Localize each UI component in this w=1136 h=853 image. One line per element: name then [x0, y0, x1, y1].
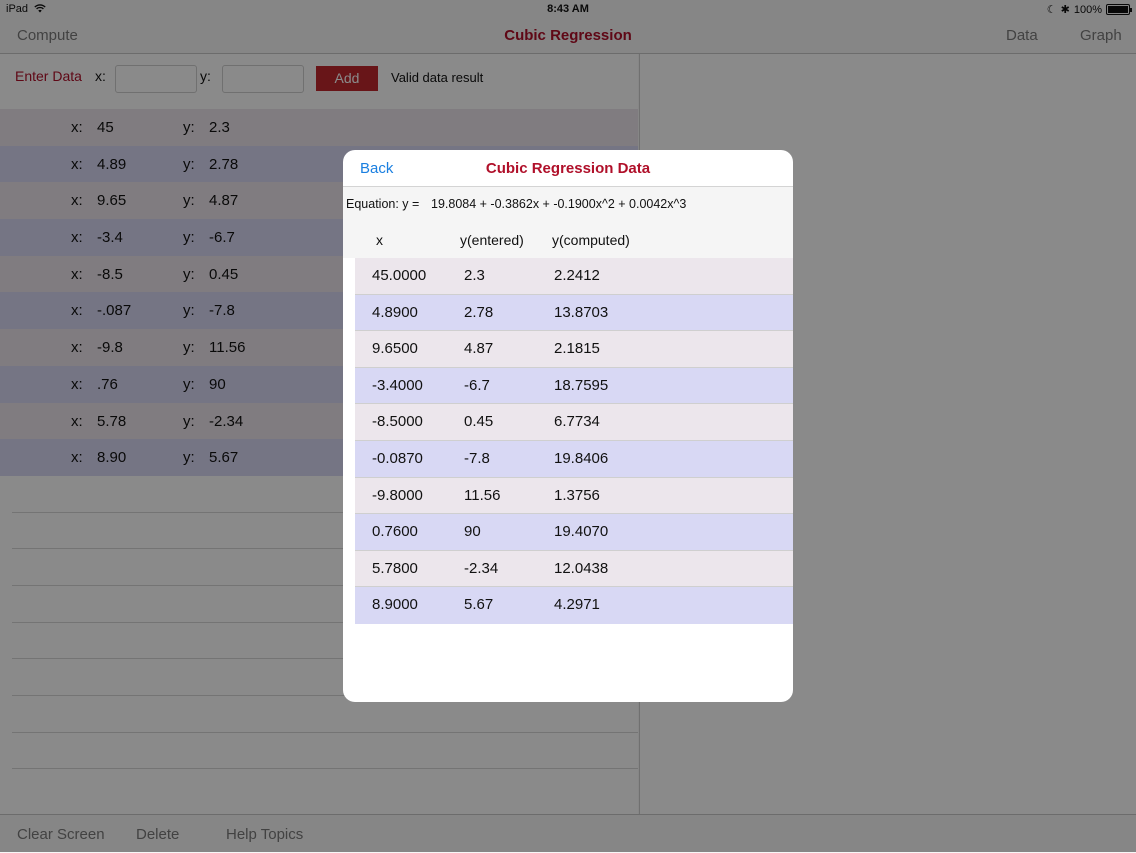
- column-header-y-computed: y(computed): [552, 232, 630, 248]
- table-row: 45.0000 2.3 2.2412: [343, 258, 793, 295]
- y-entered-cell: -7.8: [464, 449, 490, 467]
- y-entered-cell: -2.34: [464, 559, 499, 577]
- y-entered-cell: 90: [464, 523, 481, 541]
- table-row: 5.7800 -2.34 12.0438: [343, 550, 793, 588]
- x-cell: -3.4000: [372, 376, 423, 394]
- regression-table: 45.0000 2.3 2.2412 4.8900 2.78 13.8703 9.650…: [343, 258, 793, 624]
- x-cell: 45.0000: [372, 267, 427, 284]
- y-entered-cell: 4.87: [464, 340, 494, 358]
- column-header-x: x: [376, 232, 383, 248]
- table-row: 0.7600 90 19.4070: [343, 514, 793, 551]
- y-entered-cell: 2.3: [464, 267, 485, 284]
- table-row: -0.0870 -7.8 19.8406: [343, 440, 793, 478]
- y-entered-cell: -6.7: [464, 376, 490, 394]
- y-entered-cell: 5.67: [464, 596, 494, 614]
- equation-section: Equation: y = 19.8084 + -0.3862x + -0.19…: [343, 187, 793, 258]
- x-cell: 8.9000: [372, 596, 418, 614]
- y-computed-cell: 19.4070: [554, 523, 609, 541]
- y-computed-cell: 19.8406: [554, 449, 609, 467]
- x-cell: 5.7800: [372, 559, 418, 577]
- column-header-y-entered: y(entered): [460, 232, 524, 248]
- y-entered-cell: 11.56: [464, 486, 501, 504]
- y-computed-cell: 13.8703: [554, 303, 609, 321]
- x-cell: -9.8000: [372, 486, 423, 504]
- table-row: 8.9000 5.67 4.2971: [343, 587, 793, 624]
- x-cell: -0.0870: [372, 449, 423, 467]
- x-cell: 4.8900: [372, 303, 418, 321]
- modal-header: Back Cubic Regression Data: [343, 150, 793, 187]
- table-row: 9.6500 4.87 2.1815: [343, 331, 793, 368]
- y-computed-cell: 2.1815: [554, 340, 600, 358]
- regression-data-modal: Back Cubic Regression Data Equation: y =…: [343, 150, 793, 702]
- table-row: -3.4000 -6.7 18.7595: [343, 367, 793, 405]
- y-entered-cell: 0.45: [464, 413, 494, 431]
- y-computed-cell: 18.7595: [554, 376, 609, 394]
- y-computed-cell: 12.0438: [554, 559, 609, 577]
- x-cell: 9.6500: [372, 340, 418, 358]
- table-row: -9.8000 11.56 1.3756: [343, 477, 793, 515]
- y-computed-cell: 4.2971: [554, 596, 600, 614]
- equation-label: Equation: y =: [346, 197, 420, 211]
- y-computed-cell: 2.2412: [554, 267, 600, 284]
- equation-value: 19.8084 + -0.3862x + -0.1900x^2 + 0.0042…: [431, 197, 687, 211]
- table-row: 4.8900 2.78 13.8703: [343, 294, 793, 332]
- y-computed-cell: 6.7734: [554, 413, 600, 431]
- x-cell: 0.7600: [372, 523, 418, 541]
- y-computed-cell: 1.3756: [554, 486, 600, 504]
- x-cell: -8.5000: [372, 413, 423, 431]
- table-row: -8.5000 0.45 6.7734: [343, 404, 793, 441]
- modal-title: Cubic Regression Data: [485, 160, 651, 177]
- y-entered-cell: 2.78: [464, 303, 494, 321]
